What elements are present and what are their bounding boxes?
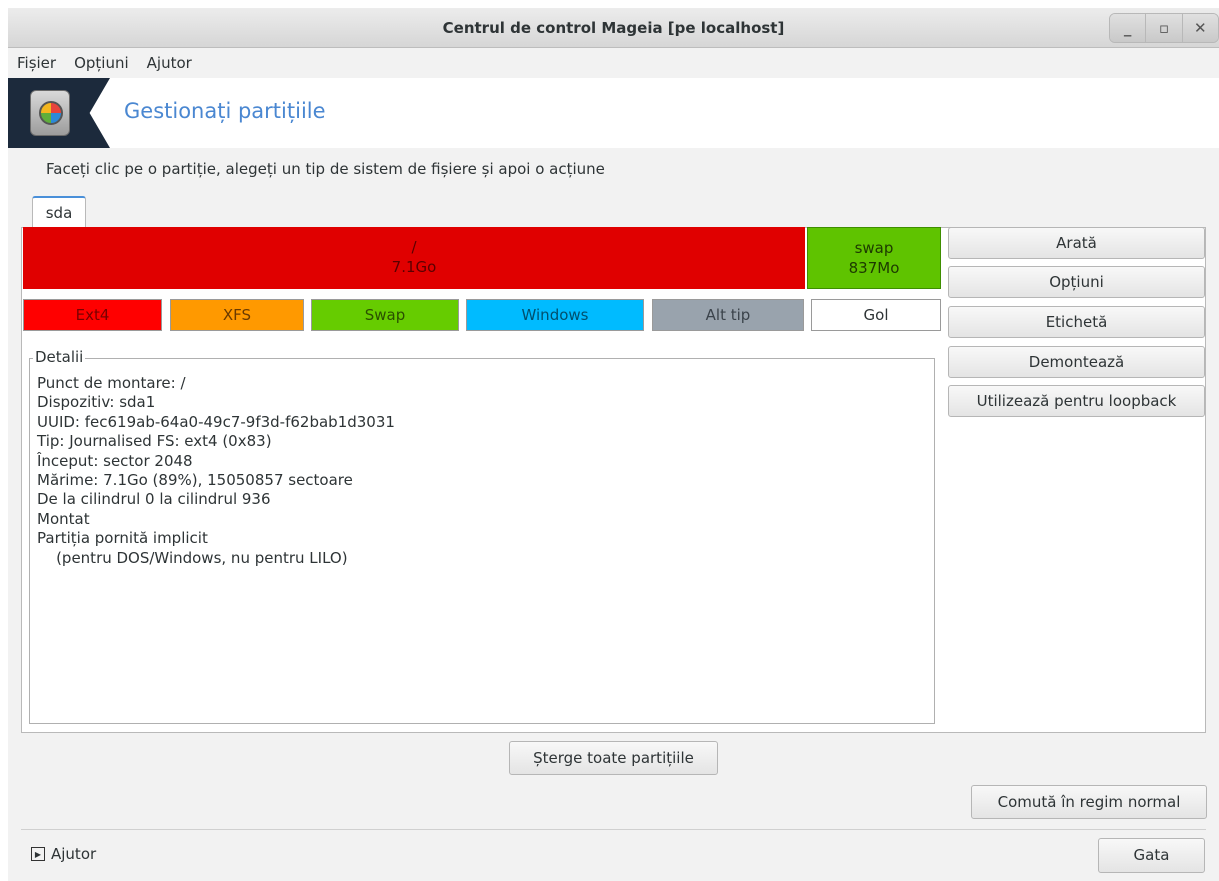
detail-line: Montat bbox=[37, 509, 90, 528]
page-title: Gestionați partițiile bbox=[124, 99, 326, 123]
details-title: Detalii bbox=[33, 348, 86, 366]
menu-options[interactable]: Opțiuni bbox=[65, 54, 138, 72]
fstype-empty-button[interactable]: Gol bbox=[811, 299, 941, 331]
details-text: Punct de montare: / Dispozitiv: sda1 UUI… bbox=[37, 374, 395, 568]
use-for-loopback-button[interactable]: Utilizează pentru loopback bbox=[948, 385, 1205, 417]
fstype-xfs-button[interactable]: XFS bbox=[170, 299, 304, 331]
show-button[interactable]: Arată bbox=[948, 227, 1205, 259]
help-expander[interactable]: ▶ Ajutor bbox=[31, 845, 96, 863]
header-banner: Gestionați partițiile bbox=[8, 78, 1219, 148]
desktop-top-strip bbox=[0, 0, 1219, 8]
separator bbox=[21, 829, 1206, 830]
done-button[interactable]: Gata bbox=[1098, 838, 1205, 873]
menu-file[interactable]: Fișier bbox=[8, 54, 65, 72]
detail-line: Partiția pornită implicit bbox=[37, 529, 208, 548]
window-controls: _ ▫ ✕ bbox=[1109, 13, 1219, 43]
detail-line: (pentru DOS/Windows, nu pentru LILO) bbox=[37, 548, 348, 567]
window-title: Centrul de control Mageia [pe localhost] bbox=[442, 19, 785, 37]
fstype-windows-button[interactable]: Windows bbox=[466, 299, 644, 331]
partition-root-size: 7.1Go bbox=[391, 258, 437, 276]
detail-line: De la cilindrul 0 la cilindrul 936 bbox=[37, 490, 271, 509]
close-button[interactable]: ✕ bbox=[1181, 14, 1218, 42]
maximize-button[interactable]: ▫ bbox=[1145, 14, 1182, 42]
detail-line: Tip: Journalised FS: ext4 (0x83) bbox=[37, 432, 272, 451]
detail-line: Dispozitiv: sda1 bbox=[37, 393, 156, 412]
window-titlebar[interactable]: Centrul de control Mageia [pe localhost]… bbox=[8, 8, 1219, 48]
fstype-ext4-button[interactable]: Ext4 bbox=[23, 299, 162, 331]
partition-root[interactable]: / 7.1Go bbox=[23, 227, 805, 289]
fstype-swap-button[interactable]: Swap bbox=[311, 299, 459, 331]
detail-line: UUID: fec619ab-64a0-49c7-9f3d-f62bab1d30… bbox=[37, 412, 395, 431]
fstype-other-button[interactable]: Alt tip bbox=[652, 299, 804, 331]
tab-sda[interactable]: sda bbox=[32, 196, 86, 228]
minimize-button[interactable]: _ bbox=[1110, 14, 1146, 42]
instruction-text: Faceți clic pe o partiție, alegeți un ti… bbox=[46, 160, 605, 178]
clear-all-partitions-button[interactable]: Șterge toate partițiile bbox=[509, 741, 718, 775]
menu-help[interactable]: Ajutor bbox=[138, 54, 201, 72]
unmount-button[interactable]: Demontează bbox=[948, 346, 1205, 378]
pie-chart-icon bbox=[39, 101, 63, 125]
detail-line: Punct de montare: / bbox=[37, 374, 186, 392]
toggle-normal-mode-button[interactable]: Comută în regim normal bbox=[971, 785, 1207, 819]
help-label: Ajutor bbox=[51, 845, 97, 863]
partition-swap[interactable]: swap 837Mo bbox=[807, 227, 941, 289]
harddisk-pie-icon bbox=[30, 90, 70, 136]
detail-line: Început: sector 2048 bbox=[37, 451, 193, 470]
banner-icon-background bbox=[8, 78, 110, 148]
label-button[interactable]: Etichetă bbox=[948, 306, 1205, 338]
expander-arrow-icon: ▶ bbox=[31, 847, 45, 861]
options-button[interactable]: Opțiuni bbox=[948, 266, 1205, 298]
partition-swap-mount: swap bbox=[854, 239, 894, 257]
detail-line: Mărime: 7.1Go (89%), 15050857 sectoare bbox=[37, 471, 353, 490]
menubar: Fișier Opțiuni Ajutor bbox=[8, 48, 1219, 78]
partition-swap-size: 837Mo bbox=[848, 259, 900, 277]
partition-root-mount: / bbox=[411, 238, 417, 256]
